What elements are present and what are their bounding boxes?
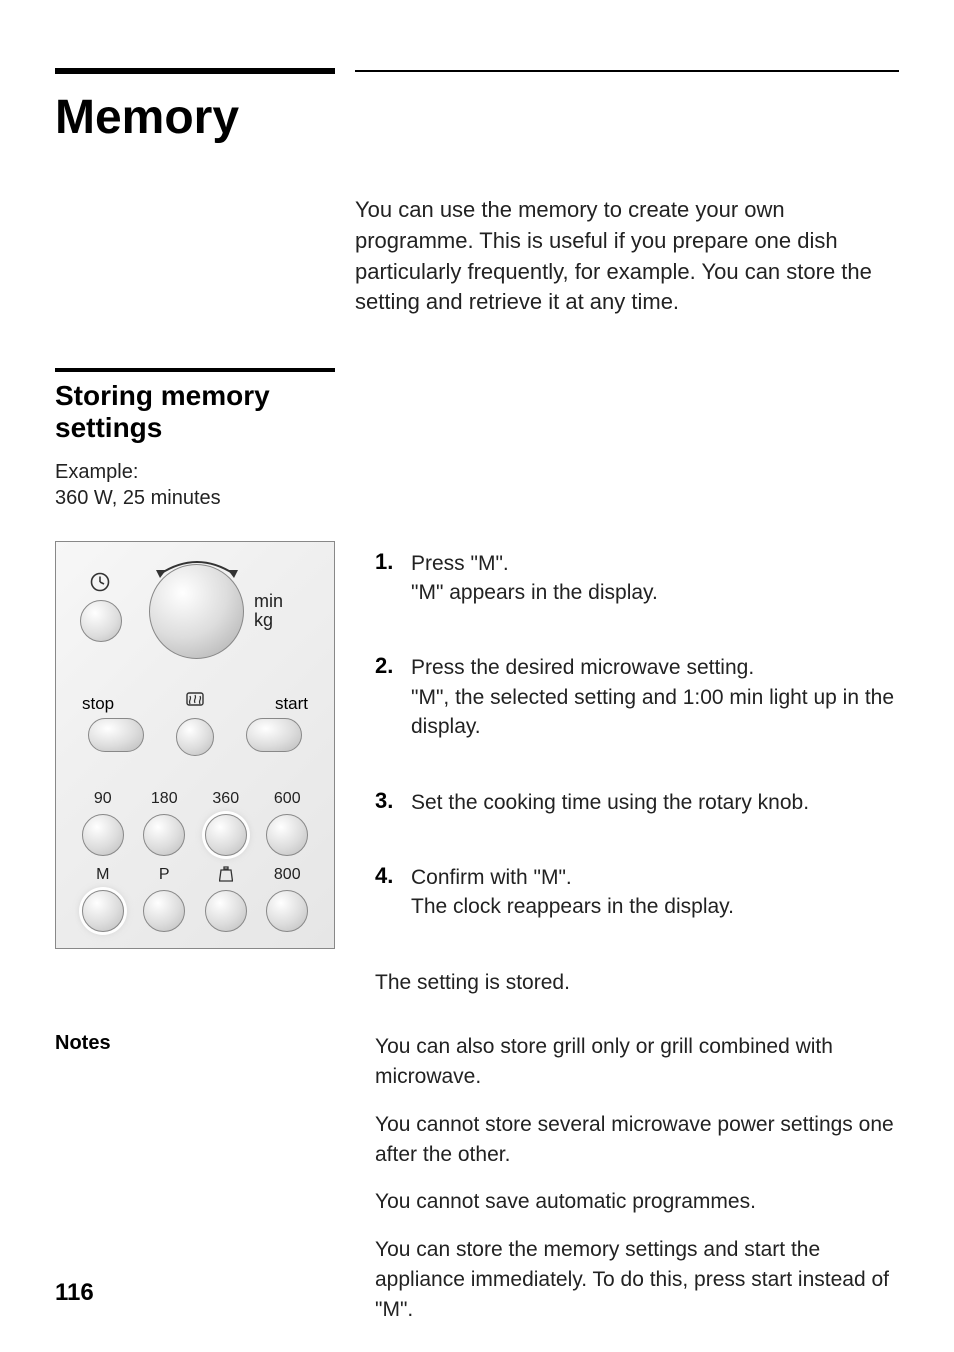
step-number: 3. — [375, 788, 401, 814]
button-m — [82, 890, 124, 932]
button-180w — [143, 814, 185, 856]
button-800w — [266, 890, 308, 932]
page-title: Memory — [55, 90, 899, 145]
note-1: You can also store grill only or grill c… — [375, 1032, 899, 1092]
section-heading-line1: Storing memory — [55, 380, 270, 411]
step-2: 2. Press the desired microwave setting. … — [375, 653, 899, 741]
label-p: P — [143, 866, 185, 887]
button-600w — [266, 814, 308, 856]
control-panel-illustration: min kg stop start 90 180 360 600 — [55, 541, 335, 949]
step-body: Press "M". "M" appears in the display. — [411, 549, 658, 608]
note-4: You can store the memory settings and st… — [375, 1235, 899, 1324]
section-heading: Storing memory settings — [55, 380, 899, 444]
label-800: 800 — [266, 866, 308, 887]
label-600: 600 — [266, 790, 308, 808]
label-360: 360 — [205, 790, 247, 808]
notes-body: You can also store grill only or grill c… — [375, 1032, 899, 1343]
steps-list: 1. Press "M". "M" appears in the display… — [375, 549, 899, 922]
step-3: 3. Set the cooking time using the rotary… — [375, 788, 899, 817]
button-p — [143, 890, 185, 932]
weight-icon — [205, 866, 247, 887]
page-number: 116 — [55, 1279, 94, 1307]
memory-labels-row: M P 800 — [56, 866, 334, 887]
start-label: start — [275, 694, 308, 714]
section-rule — [55, 368, 335, 372]
top-rule-light — [355, 70, 899, 72]
label-90: 90 — [82, 790, 124, 808]
memory-buttons-row — [56, 890, 334, 932]
example-line1: Example: — [55, 461, 138, 483]
button-weight — [205, 890, 247, 932]
label-m: M — [82, 866, 124, 887]
section-heading-line2: settings — [55, 412, 162, 443]
step-4: 4. Confirm with "M". The clock reappears… — [375, 863, 899, 922]
control-row-2 — [56, 718, 334, 756]
step-3-line1: Set the cooking time using the rotary kn… — [411, 791, 809, 814]
step-number: 1. — [375, 549, 401, 575]
step-number: 2. — [375, 653, 401, 679]
note-2: You cannot store several microwave power… — [375, 1110, 899, 1170]
kg-label: kg — [254, 610, 273, 630]
step-4-line2: The clock reappears in the display. — [411, 895, 734, 918]
step-number: 4. — [375, 863, 401, 889]
grill-button — [176, 718, 214, 756]
top-rule-heavy — [55, 68, 335, 74]
note-3: You cannot save automatic programmes. — [375, 1187, 899, 1217]
min-label: min — [254, 591, 283, 611]
label-180: 180 — [143, 790, 185, 808]
grill-icon — [186, 692, 204, 711]
power-buttons-row — [56, 814, 334, 856]
example-text: Example: 360 W, 25 minutes — [55, 459, 899, 511]
stored-confirmation: The setting is stored. — [375, 968, 899, 998]
step-2-line1: Press the desired microwave setting. — [411, 656, 754, 679]
notes-heading: Notes — [55, 1032, 335, 1343]
power-labels-row: 90 180 360 600 — [56, 790, 334, 808]
example-line2: 360 W, 25 minutes — [55, 487, 221, 509]
step-2-line2: "M", the selected setting and 1:00 min l… — [411, 686, 894, 738]
clock-button — [80, 600, 122, 642]
step-body: Set the cooking time using the rotary kn… — [411, 788, 809, 817]
rotary-knob — [149, 564, 244, 659]
start-button — [246, 718, 302, 752]
clock-icon — [90, 572, 110, 598]
stop-button — [88, 718, 144, 752]
step-body: Confirm with "M". The clock reappears in… — [411, 863, 734, 922]
step-1-line1: Press "M". — [411, 552, 509, 575]
step-1-line2: "M" appears in the display. — [411, 581, 658, 604]
step-4-line1: Confirm with "M". — [411, 866, 572, 889]
intro-paragraph: You can use the memory to create your ow… — [355, 195, 899, 318]
stop-label: stop — [82, 694, 114, 714]
min-kg-label: min kg — [254, 592, 283, 632]
button-360w — [205, 814, 247, 856]
button-90w — [82, 814, 124, 856]
step-1: 1. Press "M". "M" appears in the display… — [375, 549, 899, 608]
step-body: Press the desired microwave setting. "M"… — [411, 653, 899, 741]
